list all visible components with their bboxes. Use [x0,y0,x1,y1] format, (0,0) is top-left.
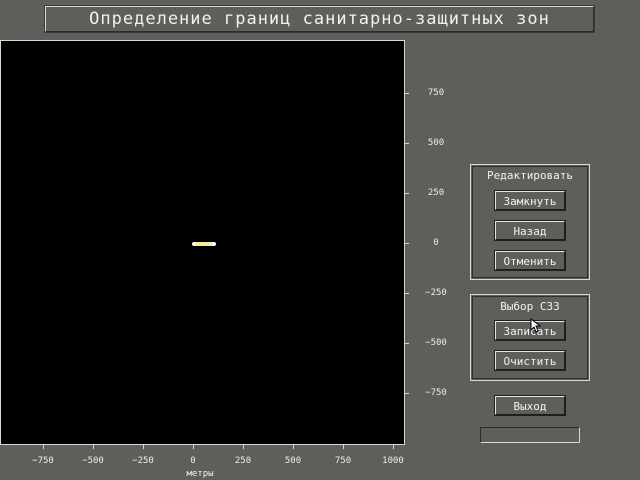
x-tick-label: 500 [284,456,302,466]
x-tick-label: 250 [234,456,252,466]
y-tick-mark [405,293,409,294]
x-tick-mark [93,445,94,449]
x-tick-mark [343,445,344,449]
y-tick-label: 500 [427,138,445,148]
back-button[interactable]: Назад [494,220,566,241]
status-bar [480,427,580,443]
x-tick-mark [43,445,44,449]
plot-canvas[interactable] [1,41,406,446]
x-tick-mark [193,445,194,449]
y-tick-label: −750 [425,388,447,398]
x-tick-label: −250 [132,456,154,466]
x-tick-mark [293,445,294,449]
x-tick-mark [393,445,394,449]
segment-end-point [212,242,216,246]
exit-button[interactable]: Выход [494,395,566,416]
y-tick-mark [405,93,409,94]
y-tick-mark [405,143,409,144]
mouse-cursor-icon [530,318,542,333]
y-tick-label: 750 [427,88,445,98]
y-tick-label: 250 [427,188,445,198]
x-tick-label: 0 [190,456,196,466]
close-polygon-button[interactable]: Замкнуть [494,190,566,211]
window-title: Определение границ санитарно-защитных зо… [44,5,595,33]
y-tick-label: −250 [425,288,447,298]
clear-button[interactable]: Очистить [494,350,566,371]
cancel-button[interactable]: Отменить [494,250,566,271]
x-axis-label: метры [186,469,214,479]
x-tick-label: −750 [32,456,54,466]
y-tick-label: −500 [425,338,447,348]
szz-group-title: Выбор СЗЗ [500,300,560,313]
x-tick-label: 750 [334,456,352,466]
x-tick-label: −500 [82,456,104,466]
x-tick-mark [243,445,244,449]
y-tick-mark [405,393,409,394]
plot-area[interactable] [0,40,405,445]
y-tick-mark [405,243,409,244]
x-tick-label: 1000 [382,456,404,466]
y-tick-label: 0 [433,238,439,248]
y-tick-mark [405,193,409,194]
y-tick-mark [405,343,409,344]
x-tick-mark [143,445,144,449]
segment-start-point [192,242,196,246]
edit-group-title: Редактировать [486,169,574,182]
